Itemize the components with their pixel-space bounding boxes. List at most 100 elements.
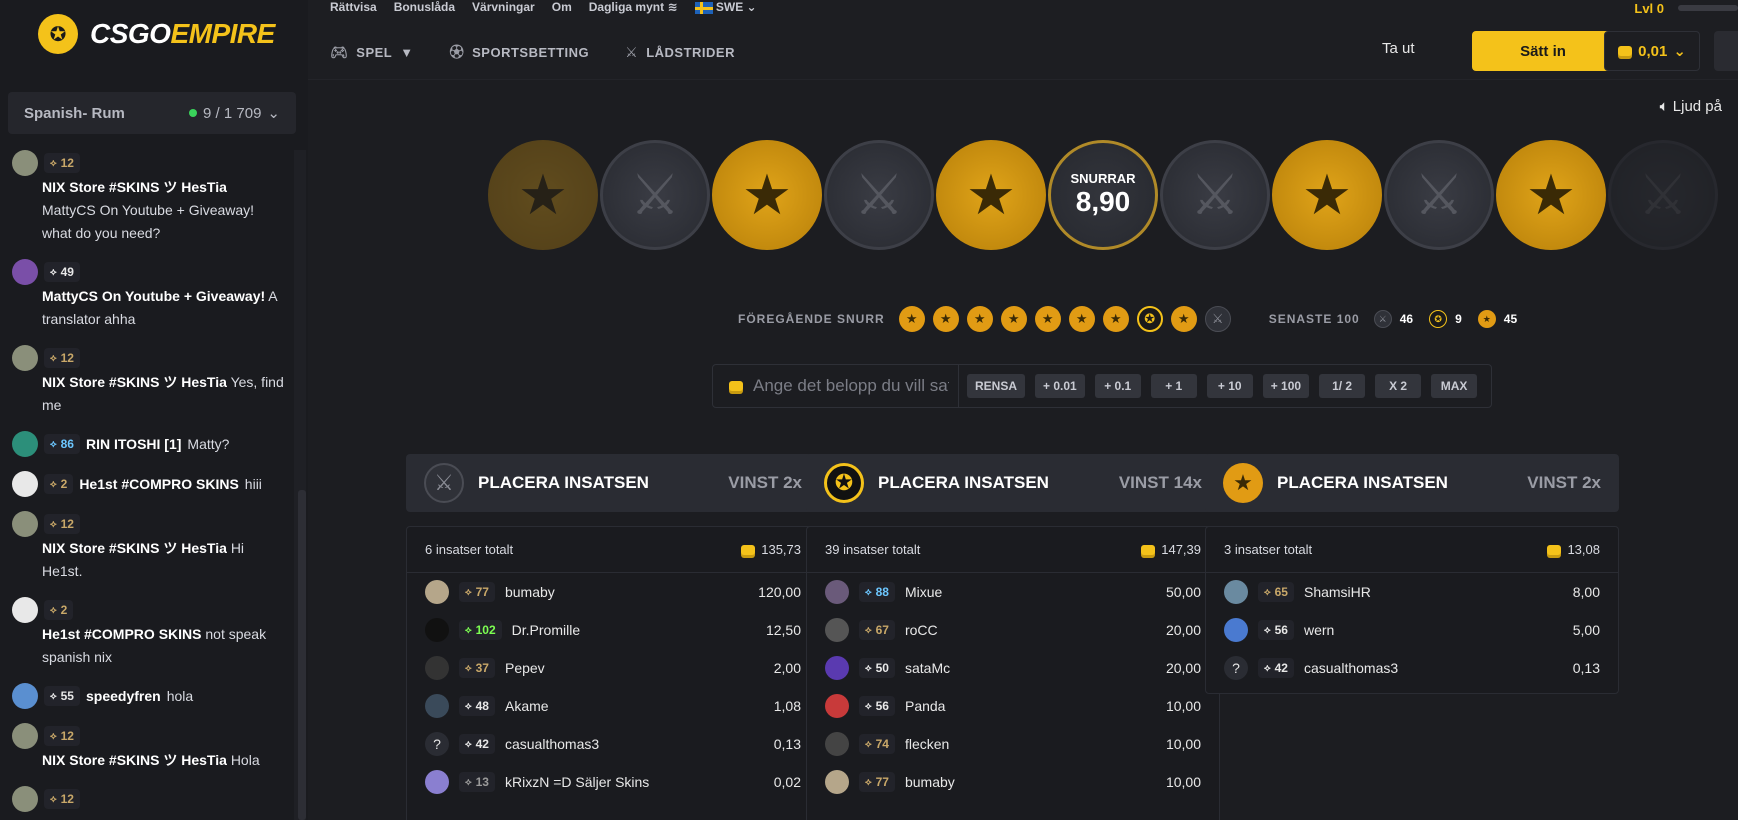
language-selector[interactable]: SWE ⌄ xyxy=(694,0,757,16)
chat-message-header: ⟡ 12 xyxy=(12,723,284,749)
avatar[interactable] xyxy=(12,597,38,623)
anonymous-avatar-icon: ? xyxy=(425,732,449,756)
bet-amount-input[interactable] xyxy=(753,376,949,396)
avatar[interactable] xyxy=(425,656,449,680)
avatar[interactable] xyxy=(12,345,38,371)
balance-dropdown[interactable]: 0,01 ⌄ xyxy=(1604,31,1700,71)
level-value: 55 xyxy=(60,688,74,703)
avatar[interactable] xyxy=(12,511,38,537)
chat-room-selector[interactable]: Spanish- Rum 9 / 1 709 ⌄ xyxy=(8,92,296,134)
avatar[interactable] xyxy=(425,770,449,794)
link-bonus-box[interactable]: Bonuslåda xyxy=(394,0,455,16)
withdraw-button[interactable]: Ta ut xyxy=(1382,40,1415,57)
place-bet-button[interactable]: ✪ PLACERA INSATSEN VINST 14x xyxy=(806,454,1220,512)
bettor-name[interactable]: sataMc xyxy=(905,660,1156,676)
bettor-name[interactable]: wern xyxy=(1304,622,1563,638)
bet-add-001-button[interactable]: + 0.01 xyxy=(1035,374,1085,398)
avatar[interactable] xyxy=(12,431,38,457)
avatar[interactable] xyxy=(825,656,849,680)
bettor-name[interactable]: Pepev xyxy=(505,660,764,676)
bettor-name[interactable]: bumaby xyxy=(905,774,1156,790)
bet-add-10-button[interactable]: + 10 xyxy=(1206,374,1253,398)
nav-games[interactable]: 🎮︎ SPEL ▼ xyxy=(330,42,414,62)
chevron-down-icon: ⌄ xyxy=(746,0,757,14)
bettor-name[interactable]: Panda xyxy=(905,698,1156,714)
bettor-name[interactable]: casualthomas3 xyxy=(1304,660,1563,676)
bet-clear-button[interactable]: RENSA xyxy=(967,374,1026,398)
user-menu-button[interactable] xyxy=(1714,31,1738,71)
avatar[interactable] xyxy=(425,580,449,604)
avatar[interactable] xyxy=(12,150,38,176)
place-bet-button[interactable]: ⚔ PLACERA INSATSEN VINST 2x xyxy=(406,454,820,512)
chat-message-body: He1st #COMPRO SKINS not speak spanish ni… xyxy=(12,623,284,669)
deposit-button[interactable]: Sätt in xyxy=(1472,31,1614,71)
avatar[interactable] xyxy=(12,471,38,497)
avatar[interactable] xyxy=(1224,618,1248,642)
bettor-name[interactable]: kRixzN =D Säljer Skins xyxy=(505,774,764,790)
level-badge: ⟡ 77 xyxy=(459,582,495,602)
link-about[interactable]: Om xyxy=(552,0,572,16)
bettor-name[interactable]: ShamsiHR xyxy=(1304,584,1563,600)
level-badge: ⟡ 50 xyxy=(859,658,895,678)
bettor-name[interactable]: casualthomas3 xyxy=(505,736,764,752)
bettor-name[interactable]: roCC xyxy=(905,622,1156,638)
site-logo[interactable]: ✪ CSGOEMPIRE xyxy=(38,14,275,54)
bet-half-button[interactable]: 1/ 2 xyxy=(1319,374,1366,398)
level-badge: ⟡ 74 xyxy=(859,734,895,754)
chat-username[interactable]: MattyCS On Youtube + Giveaway! xyxy=(42,288,265,304)
link-fairness[interactable]: Rättvisa xyxy=(330,0,377,16)
bettor-name[interactable]: Dr.Promille xyxy=(512,622,756,638)
bettor-name[interactable]: Mixue xyxy=(905,584,1156,600)
bet-double-button[interactable]: X 2 xyxy=(1375,374,1422,398)
level-value: 12 xyxy=(60,728,74,743)
chat-username[interactable]: He1st #COMPRO SKINS xyxy=(79,473,238,496)
bet-add-1-button[interactable]: + 1 xyxy=(1150,374,1197,398)
sound-toggle[interactable]: 🔈︎ Ljud på xyxy=(1660,98,1722,115)
level-value: 12 xyxy=(60,516,74,531)
bettor-name[interactable]: bumaby xyxy=(505,584,748,600)
nav-case-battles[interactable]: ⚔︎ LÅDSTRIDER xyxy=(625,42,735,62)
avatar[interactable] xyxy=(825,694,849,718)
avatar[interactable] xyxy=(425,694,449,718)
avatar[interactable] xyxy=(425,618,449,642)
bets-summary: 6 insatser totalt 135,73 xyxy=(407,527,819,573)
chat-username[interactable]: NIX Store #SKINS ツ HesTia xyxy=(42,179,227,195)
level-badge: ⟡ 13 xyxy=(459,772,495,792)
avatar[interactable] xyxy=(12,786,38,812)
chat-username[interactable]: He1st #COMPRO SKINS xyxy=(42,626,201,642)
speaker-icon: 🔈︎ xyxy=(1659,98,1669,115)
bet-add-01-button[interactable]: + 0.1 xyxy=(1094,374,1141,398)
chat-username[interactable]: speedyfren xyxy=(86,685,161,708)
avatar[interactable] xyxy=(825,732,849,756)
avatar[interactable] xyxy=(12,259,38,285)
level-value: 49 xyxy=(60,264,74,279)
chat-username[interactable]: NIX Store #SKINS ツ HesTia xyxy=(42,540,227,556)
avatar[interactable] xyxy=(825,770,849,794)
bettor-name[interactable]: flecken xyxy=(905,736,1156,752)
bettor-name[interactable]: Akame xyxy=(505,698,764,714)
rank-icon: ⟡ xyxy=(865,738,872,750)
avatar[interactable] xyxy=(825,580,849,604)
chat-scroll-thumb[interactable] xyxy=(298,490,306,820)
level-indicator: Lvl 0 xyxy=(1634,0,1738,16)
bonus-mini-icon: ✪ xyxy=(1429,310,1448,328)
avatar[interactable] xyxy=(12,723,38,749)
avatar[interactable] xyxy=(12,683,38,709)
nav-sportsbetting[interactable]: ⚽︎ SPORTSBETTING xyxy=(450,42,590,62)
bets-list: 6 insatser totalt 135,73 ⟡ 77 bumaby 120,00 ⟡ 1… xyxy=(406,526,820,820)
bet-amount: 10,00 xyxy=(1165,698,1201,714)
bet-add-100-button[interactable]: + 100 xyxy=(1262,374,1310,398)
chat-username[interactable]: NIX Store #SKINS ツ HesTia xyxy=(42,752,227,768)
avatar[interactable] xyxy=(825,618,849,642)
chat-username[interactable]: NIX Store #SKINS ツ HesTia xyxy=(42,374,227,390)
link-daily-coins[interactable]: Dagliga mynt ≋ xyxy=(589,0,678,16)
rank-icon: ⟡ xyxy=(865,624,872,636)
chat-username[interactable]: RIN ITOSHI [1] xyxy=(86,433,181,456)
place-bet-button[interactable]: ★ PLACERA INSATSEN VINST 2x xyxy=(1205,454,1619,512)
bet-max-button[interactable]: MAX xyxy=(1431,374,1478,398)
level-badge: ⟡ 42 xyxy=(459,734,495,754)
link-referrals[interactable]: Värvningar xyxy=(472,0,535,16)
avatar[interactable] xyxy=(1224,580,1248,604)
bet-column-bonus: ✪ PLACERA INSATSEN VINST 14x 39 insatser to… xyxy=(806,454,1220,820)
level-value: 77 xyxy=(475,585,489,599)
